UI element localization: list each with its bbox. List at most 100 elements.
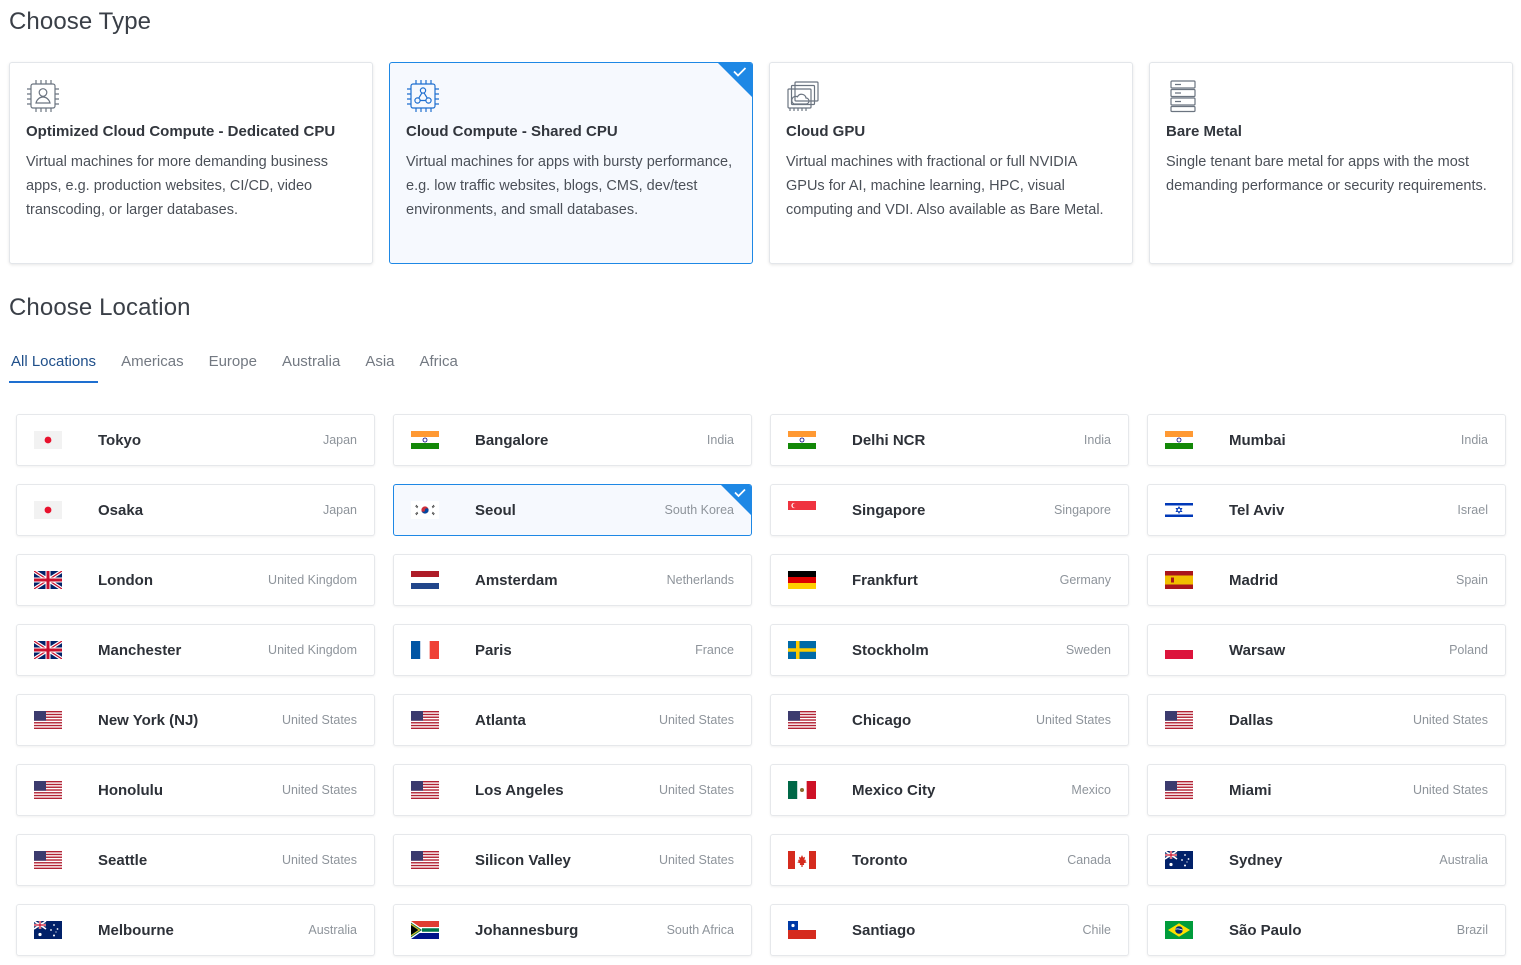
flag-us-icon — [411, 781, 439, 799]
location-city: Silicon Valley — [475, 851, 571, 869]
type-description: Virtual machines for more demanding busi… — [26, 154, 328, 218]
tab-europe[interactable]: Europe — [207, 352, 259, 383]
flag-kr-icon — [411, 501, 439, 519]
location-card-warsaw[interactable]: Warsaw Poland — [1147, 624, 1506, 676]
location-city: Mexico City — [852, 781, 936, 799]
tab-australia[interactable]: Australia — [280, 352, 342, 383]
location-card-stockholm[interactable]: Stockholm Sweden — [770, 624, 1129, 676]
flag-jp-icon — [34, 431, 62, 449]
location-country: France — [695, 643, 734, 657]
location-card-tokyo[interactable]: Tokyo Japan — [16, 414, 375, 466]
location-card-s-o-paulo[interactable]: São Paulo Brazil — [1147, 904, 1506, 956]
flag-us-icon — [34, 711, 62, 729]
flag-gb-icon — [34, 571, 62, 589]
location-country: Sweden — [1065, 643, 1111, 657]
flag-pl-icon — [1165, 641, 1193, 659]
location-city: Honolulu — [98, 781, 163, 799]
location-card-paris[interactable]: Paris France — [393, 624, 752, 676]
location-card-madrid[interactable]: Madrid Spain — [1147, 554, 1506, 606]
location-card-seoul[interactable]: Seoul South Korea — [393, 484, 752, 536]
flag-us-icon — [34, 781, 62, 799]
type-card-dedicated-cpu[interactable]: Optimized Cloud Compute - Dedicated CPU … — [9, 62, 373, 264]
location-tabs: All Locations Americas Europe Australia … — [9, 352, 481, 383]
tab-americas[interactable]: Americas — [119, 352, 186, 383]
type-card-cloud-gpu[interactable]: Cloud GPU Virtual machines with fraction… — [769, 62, 1133, 264]
location-card-toronto[interactable]: Toronto Canada — [770, 834, 1129, 886]
flag-cl-icon — [788, 921, 816, 939]
location-country: India — [1460, 433, 1488, 447]
location-country: Singapore — [1054, 503, 1111, 517]
location-city: Miami — [1229, 781, 1272, 799]
flag-in-icon — [411, 431, 439, 449]
location-city: Singapore — [852, 501, 926, 519]
selected-check-icon — [718, 63, 752, 97]
location-card-melbourne[interactable]: Melbourne Australia — [16, 904, 375, 956]
location-card-osaka[interactable]: Osaka Japan — [16, 484, 375, 536]
type-card-bare-metal[interactable]: Bare Metal Single tenant bare metal for … — [1149, 62, 1513, 264]
choose-location-title: Choose Location — [9, 294, 191, 321]
location-country: Japan — [322, 503, 357, 517]
flag-mx-icon — [788, 781, 816, 799]
location-card-seattle[interactable]: Seattle United States — [16, 834, 375, 886]
flag-us-icon — [788, 711, 816, 729]
location-card-frankfurt[interactable]: Frankfurt Germany — [770, 554, 1129, 606]
location-city: Toronto — [852, 851, 908, 869]
location-city: Santiago — [852, 921, 916, 939]
flag-au-icon — [34, 921, 62, 939]
location-city: Frankfurt — [852, 571, 918, 589]
location-country: United States — [281, 713, 357, 727]
flag-us-icon — [411, 851, 439, 869]
location-city: Manchester — [98, 641, 182, 659]
location-card-santiago[interactable]: Santiago Chile — [770, 904, 1129, 956]
location-city: London — [98, 571, 153, 589]
tab-asia[interactable]: Asia — [363, 352, 396, 383]
location-city: Melbourne — [98, 921, 174, 939]
location-card-singapore[interactable]: Singapore Singapore — [770, 484, 1129, 536]
flag-us-icon — [411, 711, 439, 729]
type-name: Cloud GPU — [786, 123, 866, 140]
location-city: Mumbai — [1229, 431, 1286, 449]
selected-check-icon — [721, 485, 751, 515]
location-city: Delhi NCR — [852, 431, 926, 449]
location-card-tel-aviv[interactable]: Tel Aviv Israel — [1147, 484, 1506, 536]
location-card-silicon-valley[interactable]: Silicon Valley United States — [393, 834, 752, 886]
location-card-dallas[interactable]: Dallas United States — [1147, 694, 1506, 746]
location-city: Stockholm — [852, 641, 929, 659]
location-country: Australia — [308, 923, 357, 937]
location-card-atlanta[interactable]: Atlanta United States — [393, 694, 752, 746]
tab-all-locations[interactable]: All Locations — [9, 352, 99, 383]
location-card-bangalore[interactable]: Bangalore India — [393, 414, 752, 466]
location-country: Poland — [1449, 643, 1488, 657]
flag-il-icon — [1165, 501, 1193, 519]
location-card-amsterdam[interactable]: Amsterdam Netherlands — [393, 554, 752, 606]
location-country: Germany — [1059, 573, 1111, 587]
flag-in-icon — [788, 431, 816, 449]
location-country: United States — [281, 853, 357, 867]
tab-africa[interactable]: Africa — [418, 352, 460, 383]
location-country: India — [1083, 433, 1111, 447]
location-card-miami[interactable]: Miami United States — [1147, 764, 1506, 816]
location-card-johannesburg[interactable]: Johannesburg South Africa — [393, 904, 752, 956]
location-city: Amsterdam — [475, 571, 558, 589]
location-card-honolulu[interactable]: Honolulu United States — [16, 764, 375, 816]
flag-ca-icon — [788, 851, 816, 869]
location-country: United States — [658, 713, 734, 727]
flag-gb-icon — [34, 641, 62, 659]
location-card-delhi-ncr[interactable]: Delhi NCR India — [770, 414, 1129, 466]
location-country: Mexico — [1071, 783, 1111, 797]
location-card-mexico-city[interactable]: Mexico City Mexico — [770, 764, 1129, 816]
location-country: Chile — [1082, 923, 1112, 937]
flag-nl-icon — [411, 571, 439, 589]
location-card-chicago[interactable]: Chicago United States — [770, 694, 1129, 746]
location-card-manchester[interactable]: Manchester United Kingdom — [16, 624, 375, 676]
location-card-mumbai[interactable]: Mumbai India — [1147, 414, 1506, 466]
location-card-los-angeles[interactable]: Los Angeles United States — [393, 764, 752, 816]
location-card-london[interactable]: London United Kingdom — [16, 554, 375, 606]
location-card-new-york-nj[interactable]: New York (NJ) United States — [16, 694, 375, 746]
flag-sg-icon — [788, 501, 816, 519]
location-city: Atlanta — [475, 711, 526, 729]
flag-in-icon — [1165, 431, 1193, 449]
type-card-shared-cpu[interactable]: Cloud Compute - Shared CPU Virtual machi… — [389, 62, 753, 264]
location-card-sydney[interactable]: Sydney Australia — [1147, 834, 1506, 886]
location-city: Los Angeles — [475, 781, 564, 799]
